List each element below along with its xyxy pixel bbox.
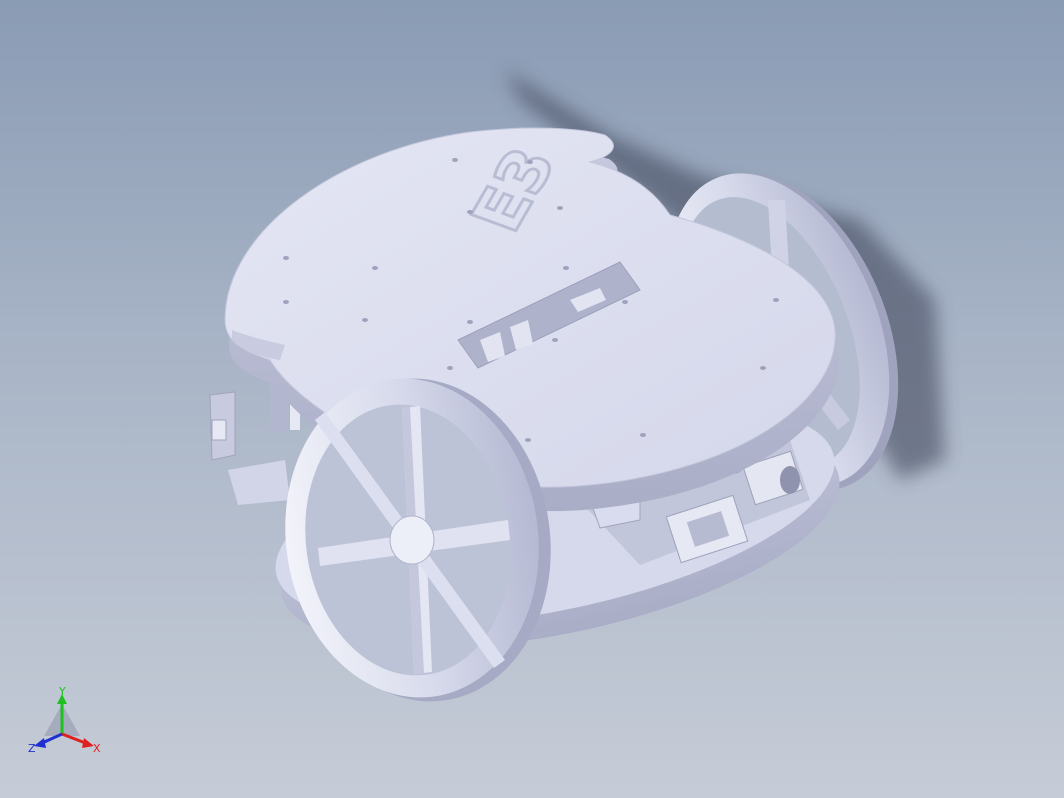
- z-axis-label: Z: [28, 742, 36, 755]
- x-axis-label: X: [93, 742, 101, 755]
- cad-viewport[interactable]: E3 Y X Z: [0, 0, 1064, 798]
- robot-chassis-model[interactable]: E3: [0, 0, 1064, 798]
- orientation-triad[interactable]: Y X Z: [28, 686, 108, 756]
- y-axis-label: Y: [58, 686, 66, 698]
